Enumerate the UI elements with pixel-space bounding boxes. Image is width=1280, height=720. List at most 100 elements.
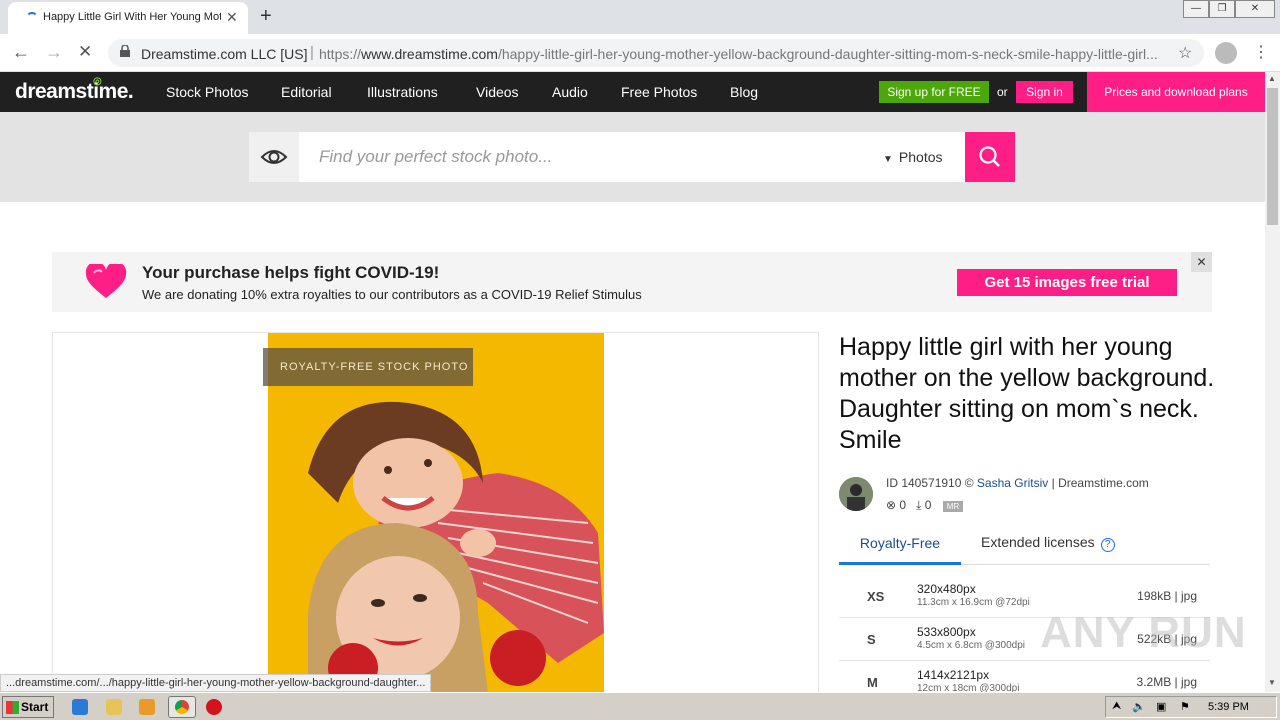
heart-icon — [85, 264, 127, 298]
covid-banner: Your purchase helps fight COVID-19! We a… — [52, 252, 1212, 312]
download-icon: ⤓ — [916, 498, 922, 512]
network-icon[interactable]: ▣ — [1156, 700, 1166, 713]
photo-title: Happy little girl with her young mother … — [839, 333, 1215, 454]
folder-icon[interactable] — [106, 699, 122, 715]
tab-extended-licenses[interactable]: Extended licenses? — [981, 534, 1115, 552]
signup-button[interactable]: Sign up for FREE — [879, 81, 989, 103]
stock-photo-image[interactable] — [268, 333, 604, 692]
minimize-window-icon[interactable]: — — [1183, 0, 1209, 18]
size-pixels: 533x800px — [917, 625, 976, 639]
author-avatar[interactable] — [839, 477, 873, 511]
favorites-icon: ⊗ — [886, 498, 897, 512]
search-type-dropdown[interactable]: ▼ Photos — [883, 149, 943, 165]
start-button[interactable]: Start — [2, 696, 54, 718]
help-icon[interactable]: ? — [1100, 538, 1115, 552]
new-tab-icon[interactable]: + — [260, 5, 272, 28]
windows-flag-icon — [6, 701, 19, 714]
media-player-icon[interactable] — [139, 699, 155, 715]
size-code: M — [867, 675, 878, 690]
signin-button[interactable]: Sign in — [1016, 81, 1073, 103]
stop-loading-icon[interactable]: ✕ — [78, 42, 92, 62]
loading-spinner-icon — [26, 12, 38, 24]
tab-close-icon[interactable]: ✕ — [226, 9, 238, 26]
prices-button[interactable]: Prices and download plans — [1087, 72, 1265, 112]
browser-menu-icon[interactable]: ⋮ — [1253, 42, 1269, 62]
browser-toolbar: ← → ✕ Dreamstime.com LLC [US] | https://… — [0, 34, 1280, 72]
size-code: XS — [867, 589, 885, 604]
search-button[interactable] — [965, 132, 1015, 182]
chrome-icon — [175, 700, 189, 714]
model-release-badge: MR — [942, 501, 964, 512]
nav-audio[interactable]: Audio — [552, 84, 588, 100]
royalty-free-label: ROYALTY-FREE STOCK PHOTO — [263, 348, 473, 386]
author-link[interactable]: Sasha Gritsiv — [977, 476, 1048, 490]
free-trial-button[interactable]: Get 15 images free trial — [957, 269, 1177, 296]
logo-dot-icon: ◎ — [93, 76, 102, 87]
site-suffix: | Dreamstime.com — [1051, 476, 1149, 490]
nav-free-photos[interactable]: Free Photos — [621, 84, 697, 100]
anyrun-watermark: ANY RUN — [1040, 608, 1247, 657]
nav-blog[interactable]: Blog — [730, 84, 758, 100]
search-band: ▼Photos — [0, 112, 1265, 202]
size-pixels: 1414x2121px — [917, 668, 990, 682]
system-tray: ⮝ 🔈 ▣ ⚑ — [1105, 696, 1277, 718]
close-window-icon[interactable]: ✕ — [1235, 0, 1275, 18]
address-bar[interactable]: Dreamstime.com LLC [US] | https://www.dr… — [108, 39, 1204, 67]
tab-title: Happy Little Girl With Her Young Mot — [43, 11, 221, 23]
taskbar-clock: 5:39 PM — [1208, 701, 1249, 713]
banner-headline: Your purchase helps fight COVID-19! — [142, 263, 440, 282]
size-dimensions: 4.5cm x 6.8cm @300dpi — [917, 640, 1025, 651]
lock-icon — [120, 45, 130, 57]
photo-stats: ⊗ 0 ⤓ 0 MR — [886, 498, 964, 513]
ie-icon[interactable] — [72, 699, 88, 715]
or-label: or — [997, 85, 1008, 99]
banner-subline: We are donating 10% extra royalties to o… — [142, 287, 642, 302]
chevron-down-icon: ▼ — [883, 154, 893, 165]
nav-videos[interactable]: Videos — [476, 84, 519, 100]
size-file: 3.2MB | jpg — [1136, 675, 1197, 689]
downloads-count: 0 — [924, 498, 932, 512]
profile-avatar-icon[interactable] — [1215, 42, 1237, 64]
photo-preview-panel: ROYALTY-FREE STOCK PHOTO — [52, 332, 819, 692]
search-input[interactable] — [319, 144, 869, 170]
nav-illustrations[interactable]: Illustrations — [367, 84, 438, 100]
size-row-m[interactable]: M 1414x2121px 12cm x 18cm @300dpi 3.2MB … — [839, 661, 1210, 692]
size-file: 198kB | jpg — [1137, 589, 1197, 603]
windows-taskbar: Start ⮝ 🔈 ▣ ⚑ 5:39 PM — [0, 692, 1280, 720]
site-identity: Dreamstime.com LLC [US] — [141, 46, 308, 62]
visual-search-eye-icon[interactable] — [249, 132, 299, 182]
search-icon — [979, 146, 1000, 167]
favorites-count: 0 — [899, 498, 907, 512]
scroll-down-icon[interactable]: ▼ — [1268, 678, 1276, 687]
banner-close-icon[interactable]: ✕ — [1191, 252, 1212, 272]
dreamstime-logo[interactable]: dreamstime. ◎ — [15, 76, 134, 104]
bookmark-star-icon[interactable]: ☆ — [1178, 43, 1192, 63]
size-code: S — [867, 632, 876, 647]
forward-arrow-icon[interactable]: → — [45, 42, 63, 63]
browser-tabstrip: Happy Little Girl With Her Young Mot ✕ +… — [0, 0, 1280, 34]
restore-window-icon[interactable]: ❐ — [1209, 0, 1235, 18]
scrollbar-thumb[interactable] — [1267, 88, 1278, 225]
photo-meta: ID 140571910 © Sasha Gritsiv | Dreamstim… — [886, 476, 1149, 490]
url-text: https://www.dreamstime.com/happy-little-… — [319, 46, 1158, 62]
chrome-taskbar-button[interactable] — [168, 696, 196, 718]
flag-icon[interactable]: ⚑ — [1180, 700, 1190, 713]
volume-icon[interactable]: 🔈 — [1132, 700, 1146, 713]
photo-id: ID 140571910 © — [886, 476, 974, 490]
search-box: ▼Photos — [249, 132, 1015, 182]
browser-tab-active[interactable]: Happy Little Girl With Her Young Mot ✕ — [8, 2, 248, 34]
back-arrow-icon[interactable]: ← — [12, 42, 30, 63]
site-header: dreamstime. ◎ Stock Photos Editorial Illu… — [0, 72, 1265, 112]
scroll-up-icon[interactable]: ▲ — [1268, 74, 1276, 83]
license-tabs: Royalty-Free Extended licenses? — [839, 528, 1210, 565]
size-dimensions: 12cm x 18cm @300dpi — [917, 683, 1020, 692]
nav-editorial[interactable]: Editorial — [281, 84, 332, 100]
size-pixels: 320x480px — [917, 582, 976, 596]
tab-royalty-free[interactable]: Royalty-Free — [839, 528, 961, 565]
page-scrollbar[interactable]: ▲ ▼ — [1265, 72, 1280, 692]
nav-stock-photos[interactable]: Stock Photos — [166, 84, 249, 100]
link-status-bubble: ...dreamstime.com/.../happy-little-girl-… — [0, 674, 432, 692]
omnibox-separator: | — [310, 44, 314, 61]
opera-icon[interactable] — [206, 699, 222, 715]
tray-expand-icon[interactable]: ⮝ — [1112, 700, 1121, 713]
